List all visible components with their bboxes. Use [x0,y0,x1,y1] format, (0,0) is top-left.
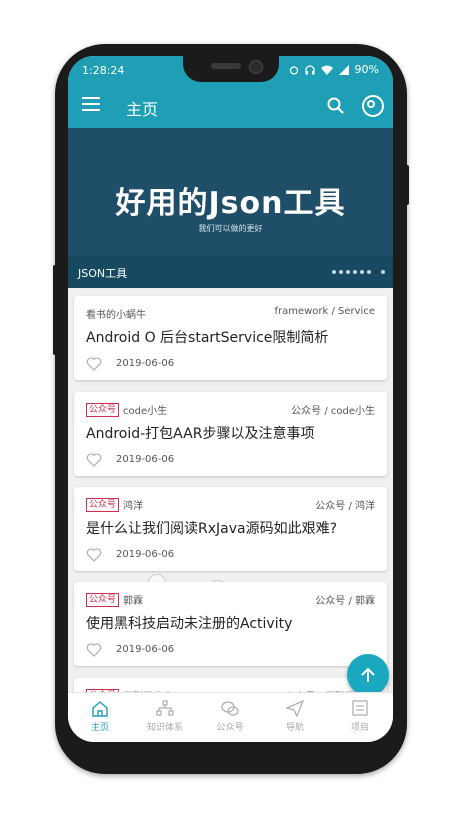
scroll-top-button[interactable] [347,654,389,696]
nav-tab[interactable]: 公众号 [200,699,260,733]
home-icon [92,701,108,717]
arrow-up-icon [361,667,375,682]
banner-carousel[interactable]: 好用的Json工具 我们可以做的更好 JSON工具 [68,128,393,288]
nav-tab-label: 主页 [90,723,109,733]
search-icon[interactable] [326,96,346,116]
wifi-icon [320,65,333,75]
article-card[interactable]: 公众号 鸿洋 公众号 / 鸿洋是什么让我们阅读RxJava源码如此艰难? 2019-0… [74,487,387,571]
like-heart-icon[interactable] [86,642,102,658]
carousel-dot [346,270,350,274]
project-icon [352,700,368,716]
like-heart-icon[interactable] [86,452,102,468]
nav-tab-label: 知识体系 [146,723,183,733]
page-title: 主页 [126,100,159,119]
status-icons: 90% [289,63,379,76]
wechat-icon [221,701,239,716]
send-icon [285,699,305,717]
article-category[interactable]: framework / Service [274,306,375,317]
carousel-dot [332,270,336,274]
article-card[interactable]: 看书的小蜗牛 framework / Service Android O 后台sta… [74,296,387,380]
article-date: 2019-06-06 [116,358,175,369]
signal-icon [338,64,349,75]
banner-caption-bar: JSON工具 [68,256,393,288]
article-meta: 公众号 郭霖 [86,592,143,607]
carousel-indicator [332,270,385,274]
alarm-icon [289,65,298,75]
volume-button [53,265,57,355]
nav-tab-label: 公众号 [216,723,244,733]
phone-screen: 1:28:24 90% 主页 好用的Json工具 我们可以做的更好 JSON工具… [68,56,393,742]
nav-tab[interactable]: 主页 [70,699,130,733]
article-card[interactable]: 公众号互联网侦察公众号 / 互联网侦察 [74,678,387,692]
camera-notch [183,56,279,82]
article-title: 使用黑科技启动未注册的Activity [86,616,293,632]
source-tag: 公众号 [86,592,120,607]
article-author: 鸿洋 [123,501,144,512]
article-list: 看书的小蜗牛 framework / Service Android O 后台sta… [68,288,393,692]
article-category[interactable]: 公众号 / 郭霖 [315,592,375,607]
article-meta: 看书的小蜗牛 [86,306,146,321]
article-title: Android O 后台startService限制简析 [86,330,329,346]
article-card[interactable]: 公众号 code小生 公众号 / code小生 Android-打包AAR步骤以及注意… [74,392,387,476]
article-date: 2019-06-06 [116,454,175,465]
carousel-dot [339,270,343,274]
banner-headline: 好用的Json工具 [115,186,346,221]
nav-tab-label: 导航 [285,723,304,733]
nav-tab[interactable]: 导航 [265,699,325,733]
article-date: 2019-06-06 [116,549,175,560]
nav-tab[interactable]: 项目 [330,699,390,733]
headset-icon [304,64,315,74]
article-meta: 公众号 鸿洋 [86,497,143,512]
banner-caption: JSON工具 [78,267,128,280]
menu-icon[interactable] [82,97,100,115]
app-toolbar: 主页 [68,84,393,128]
article-author: 郭霖 [123,596,144,607]
article-meta: 公众号 code小生 [86,402,167,417]
article-card[interactable]: 公众号 郭霖 公众号 / 郭霖使用黑科技启动未注册的Activity 2019-06-… [74,582,387,666]
nav-tab[interactable]: 知识体系 [135,699,195,733]
status-time: 1:28:24 [82,64,125,77]
like-heart-icon[interactable] [86,547,102,563]
target-icon[interactable] [362,95,384,117]
article-category[interactable]: 公众号 / code小生 [291,402,375,417]
article-author: 看书的小蜗牛 [86,310,146,321]
carousel-dot [353,270,357,274]
carousel-dot [367,270,371,274]
article-author: code小生 [123,406,168,417]
hierarchy-icon [156,700,174,716]
bottom-navigation: 主页 知识体系 公众号 导航 项目 [68,692,393,742]
power-button [405,165,409,205]
banner-subline: 我们可以做的更好 [198,224,263,233]
source-tag: 公众号 [86,497,120,512]
nav-tab-label: 项目 [350,723,369,733]
carousel-dot [374,270,378,274]
article-title: Android-打包AAR步骤以及注意事项 [86,426,315,442]
carousel-dot [360,270,364,274]
carousel-dot [381,270,385,274]
article-category[interactable]: 公众号 / 鸿洋 [315,497,375,512]
like-heart-icon[interactable] [86,356,102,372]
article-title: 是什么让我们阅读RxJava源码如此艰难? [86,521,338,537]
article-date: 2019-06-06 [116,644,175,655]
source-tag: 公众号 [86,402,120,417]
battery-level: 90% [354,63,379,76]
